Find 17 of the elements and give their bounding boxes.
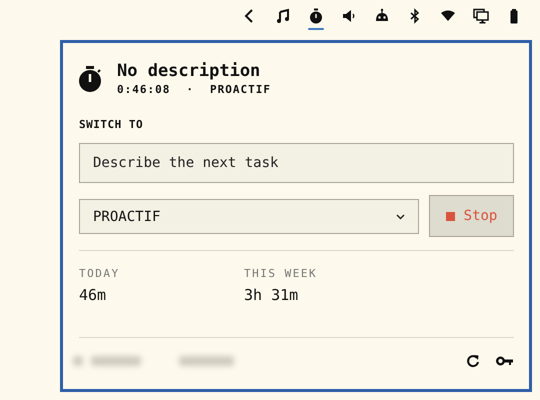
project-dropdown[interactable]: PROACTIF (79, 199, 419, 234)
section-label: SWITCH TO (79, 118, 144, 131)
elapsed-time: 0:46:08 (117, 83, 170, 96)
stat-label: THIS WEEK (244, 267, 318, 280)
description-field[interactable]: Describe the next task (79, 143, 514, 183)
entry-title: No description (117, 61, 262, 81)
key-icon[interactable] (496, 356, 514, 366)
project-name: PROACTIF (210, 83, 271, 96)
separator-dot: · (186, 83, 194, 96)
stop-icon (446, 212, 455, 220)
stat-value: 3h 31m (244, 286, 300, 304)
refresh-icon[interactable] (466, 354, 480, 368)
chevron-down-icon (396, 214, 405, 220)
stat-label: TODAY (79, 267, 121, 280)
stopwatch-icon (79, 64, 103, 92)
stat-value: 46m (79, 286, 108, 304)
stopwatch-icon[interactable] (308, 8, 324, 30)
